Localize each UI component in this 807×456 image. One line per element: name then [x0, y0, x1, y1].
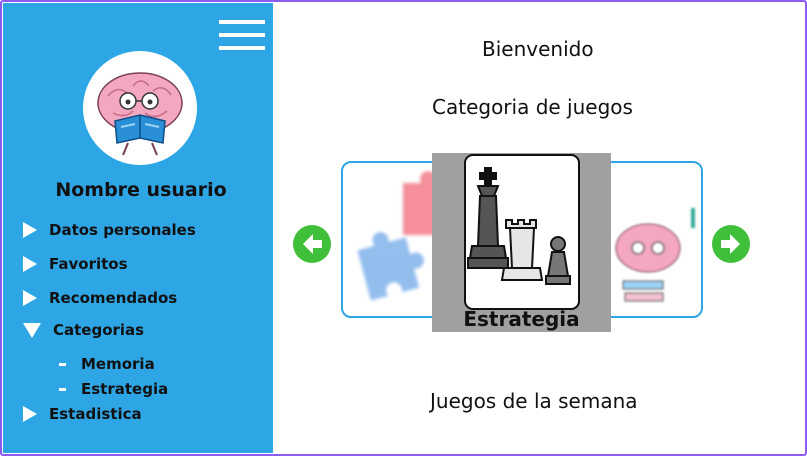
arrow-right-icon	[721, 234, 740, 254]
username: Nombre usuario	[55, 179, 227, 201]
triangle-right-icon	[23, 290, 37, 306]
weekly-games-title: Juegos de la semana	[430, 389, 638, 413]
dash-icon	[59, 387, 66, 391]
chess-icon	[467, 167, 571, 285]
sidebar-item-label: Datos personales	[49, 221, 196, 239]
sidebar-item-label: Estadistica	[49, 405, 142, 423]
sidebar-subitem-label: Memoria	[81, 355, 155, 373]
carousel-prev-button[interactable]	[293, 225, 331, 263]
triangle-right-icon	[23, 222, 37, 238]
chess-card	[464, 154, 580, 310]
carousel-focused-card[interactable]: Estrategia	[432, 153, 611, 332]
dash-icon	[59, 362, 66, 366]
avatar[interactable]	[83, 51, 197, 165]
brain-reading-icon	[97, 72, 183, 156]
carousel-next-button[interactable]	[712, 225, 750, 263]
sidebar-item-categorias[interactable]: Categorias	[23, 321, 144, 339]
carousel-focused-label: Estrategia	[463, 307, 580, 331]
sidebar-item-datos-personales[interactable]: Datos personales	[23, 221, 196, 239]
sidebar-item-label: Favoritos	[49, 255, 128, 273]
category-title: Categoria de juegos	[432, 95, 633, 119]
sidebar-item-favoritos[interactable]: Favoritos	[23, 255, 128, 273]
sidebar-subitem-label: Estrategia	[81, 380, 169, 398]
sidebar-subitem-memoria[interactable]: Memoria	[59, 355, 155, 373]
sidebar-item-label: Categorias	[53, 321, 145, 339]
triangle-right-icon	[23, 256, 37, 272]
welcome-title: Bienvenido	[482, 37, 594, 61]
brain-icon	[615, 208, 695, 302]
triangle-down-icon	[23, 322, 41, 338]
triangle-right-icon	[23, 406, 37, 422]
sidebar: Nombre usuario Datos personales Favorito…	[3, 3, 273, 453]
sidebar-subitem-estrategia[interactable]: Estrategia	[59, 380, 168, 398]
sidebar-item-recomendados[interactable]: Recomendados	[23, 289, 177, 307]
sidebar-item-label: Recomendados	[49, 289, 178, 307]
sidebar-item-estadistica[interactable]: Estadistica	[23, 405, 142, 423]
hamburger-menu-icon[interactable]	[219, 20, 265, 52]
arrow-left-icon	[303, 234, 322, 254]
